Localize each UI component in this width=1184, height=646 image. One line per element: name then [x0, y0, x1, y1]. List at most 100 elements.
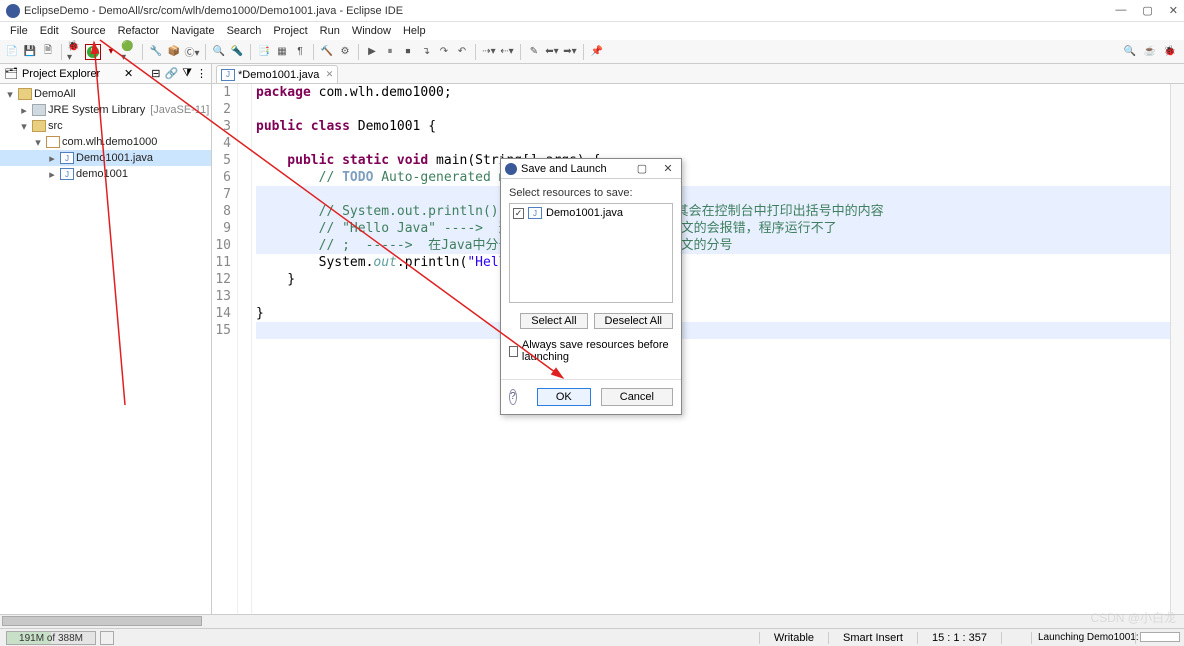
- horizontal-scrollbar[interactable]: [0, 614, 1184, 628]
- eclipse-icon: [505, 163, 517, 175]
- folding-margin[interactable]: [238, 84, 252, 620]
- run-button[interactable]: [85, 44, 101, 60]
- tree-project[interactable]: ▾ DemoAll: [0, 86, 211, 102]
- main-toolbar: 📄 💾 🗎 🐞▾ ▾ 🟢▾ 🔧 📦 Ⓒ▾ 🔍 🔦 📑 ▦ ¶ 🔨 ⚙ ▶ ⏸ ⏹…: [0, 40, 1184, 64]
- show-whitespace-icon[interactable]: ¶: [292, 44, 308, 60]
- tree-jre[interactable]: ▸ JRE System Library [JavaSE-11]: [0, 102, 211, 118]
- dialog-title: Save and Launch: [521, 163, 629, 175]
- status-insert: Smart Insert: [828, 632, 917, 644]
- menu-help[interactable]: Help: [397, 25, 432, 37]
- open-type-icon[interactable]: 🔍: [211, 44, 227, 60]
- new-class-icon[interactable]: Ⓒ▾: [184, 44, 200, 60]
- menu-refactor[interactable]: Refactor: [112, 25, 166, 37]
- window-titlebar: EclipseDemo - DemoAll/src/com/wlh/demo10…: [0, 0, 1184, 22]
- close-button[interactable]: ✕: [1169, 4, 1178, 17]
- dialog-maximize-icon[interactable]: ▢: [629, 162, 655, 175]
- close-view-icon[interactable]: ✕: [124, 67, 133, 80]
- toggle-mark-icon[interactable]: 📑: [256, 44, 272, 60]
- menu-project[interactable]: Project: [267, 25, 313, 37]
- menu-search[interactable]: Search: [221, 25, 268, 37]
- step-icon[interactable]: ↴: [418, 44, 434, 60]
- menu-file[interactable]: File: [4, 25, 34, 37]
- always-save-checkbox[interactable]: Always save resources before launching: [509, 339, 673, 363]
- perspective-debug-icon[interactable]: 🐞: [1162, 44, 1178, 60]
- build-icon[interactable]: 🔨: [319, 44, 335, 60]
- search-icon[interactable]: 🔦: [229, 44, 245, 60]
- quick-access-icon[interactable]: 🔍: [1122, 44, 1138, 60]
- debug-icon[interactable]: 🐞▾: [67, 44, 83, 60]
- run-dropdown-icon[interactable]: ▾: [103, 44, 119, 60]
- menu-navigate[interactable]: Navigate: [165, 25, 220, 37]
- back-icon[interactable]: ⬅▾: [544, 44, 560, 60]
- filter-icon[interactable]: ⧩: [182, 67, 192, 80]
- progress-area[interactable]: Launching Demo1001: (0%): [1031, 632, 1135, 644]
- forward-icon[interactable]: ➡▾: [562, 44, 578, 60]
- code-body[interactable]: package com.wlh.demo1000; public class D…: [252, 84, 1184, 620]
- last-edit-icon[interactable]: ✎: [526, 44, 542, 60]
- resource-item[interactable]: ✓ Demo1001.java: [513, 207, 669, 219]
- save-all-icon[interactable]: 🗎: [40, 44, 56, 60]
- new-package-icon[interactable]: 📦: [166, 44, 182, 60]
- tree-file-demo1001-lower[interactable]: ▸ demo1001: [0, 166, 211, 182]
- progress-bar: [1140, 632, 1180, 642]
- collapse-all-icon[interactable]: ⊟: [151, 67, 160, 80]
- tool-icon[interactable]: ⚙: [337, 44, 353, 60]
- status-writable: Writable: [759, 632, 828, 644]
- ok-button[interactable]: OK: [537, 388, 591, 406]
- resource-item-label: Demo1001.java: [546, 207, 623, 219]
- step-over-icon[interactable]: ↷: [436, 44, 452, 60]
- deselect-all-button[interactable]: Deselect All: [594, 313, 673, 329]
- link-editor-icon[interactable]: 🔗: [164, 67, 178, 80]
- code-editor[interactable]: 123 456 789 101112 131415 package com.wl…: [212, 84, 1184, 620]
- checkbox-icon[interactable]: [509, 346, 518, 357]
- project-explorer-tab[interactable]: 🗂 Project Explorer ✕ ⊟ 🔗 ⧩ ⋮: [0, 64, 211, 84]
- view-menu-icon[interactable]: ⋮: [196, 67, 207, 80]
- help-icon[interactable]: ?: [509, 389, 517, 405]
- editor-tab-demo1001[interactable]: *Demo1001.java ✕: [216, 65, 338, 83]
- toggle-block-icon[interactable]: ▦: [274, 44, 290, 60]
- java-file-icon: [221, 69, 235, 81]
- suspend-icon[interactable]: ⏸: [382, 44, 398, 60]
- project-explorer-view: 🗂 Project Explorer ✕ ⊟ 🔗 ⧩ ⋮ ▾ DemoAll ▸…: [0, 64, 212, 620]
- close-tab-icon[interactable]: ✕: [326, 69, 334, 80]
- overview-ruler[interactable]: [1170, 84, 1184, 620]
- next-annotation-icon[interactable]: ⇢▾: [481, 44, 497, 60]
- editor-area: *Demo1001.java ✕ 123 456 789 101112 1314…: [212, 64, 1184, 620]
- editor-tab-label: *Demo1001.java: [238, 69, 319, 81]
- gc-icon[interactable]: [100, 631, 114, 645]
- step-return-icon[interactable]: ↶: [454, 44, 470, 60]
- menu-window[interactable]: Window: [346, 25, 397, 37]
- save-icon[interactable]: 💾: [22, 44, 38, 60]
- scrollbar-thumb[interactable]: [2, 616, 202, 626]
- pin-icon[interactable]: 📌: [589, 44, 605, 60]
- resume-icon[interactable]: ▶: [364, 44, 380, 60]
- select-all-button[interactable]: Select All: [520, 313, 587, 329]
- prev-annotation-icon[interactable]: ⇠▾: [499, 44, 515, 60]
- watermark: CSDN @小白龙: [1090, 609, 1176, 626]
- project-explorer-title: Project Explorer: [22, 68, 120, 80]
- project-tree[interactable]: ▾ DemoAll ▸ JRE System Library [JavaSE-1…: [0, 84, 211, 184]
- tree-package[interactable]: ▾ com.wlh.demo1000: [0, 134, 211, 150]
- minimize-button[interactable]: —: [1115, 4, 1126, 17]
- dialog-close-icon[interactable]: ✕: [655, 162, 681, 175]
- terminate-icon[interactable]: ⏹: [400, 44, 416, 60]
- menu-edit[interactable]: Edit: [34, 25, 65, 37]
- menubar: File Edit Source Refactor Navigate Searc…: [0, 22, 1184, 40]
- menu-run[interactable]: Run: [314, 25, 346, 37]
- perspective-java-icon[interactable]: ☕: [1142, 44, 1158, 60]
- resource-list[interactable]: ✓ Demo1001.java: [509, 203, 673, 303]
- menu-source[interactable]: Source: [65, 25, 112, 37]
- checkbox-icon[interactable]: ✓: [513, 208, 524, 219]
- heap-status[interactable]: 191M of 388M: [6, 631, 96, 645]
- tree-src[interactable]: ▾ src: [0, 118, 211, 134]
- external-tools-icon[interactable]: 🔧: [148, 44, 164, 60]
- line-gutter: 123 456 789 101112 131415: [212, 84, 238, 620]
- new-icon[interactable]: 📄: [4, 44, 20, 60]
- cancel-button[interactable]: Cancel: [601, 388, 673, 406]
- dialog-titlebar[interactable]: Save and Launch ▢ ✕: [501, 159, 681, 179]
- save-and-launch-dialog: Save and Launch ▢ ✕ Select resources to …: [500, 158, 682, 415]
- coverage-icon[interactable]: 🟢▾: [121, 44, 137, 60]
- maximize-button[interactable]: ▢: [1142, 4, 1152, 17]
- window-title: EclipseDemo - DemoAll/src/com/wlh/demo10…: [24, 5, 1115, 17]
- tree-file-demo1001[interactable]: ▸ Demo1001.java: [0, 150, 211, 166]
